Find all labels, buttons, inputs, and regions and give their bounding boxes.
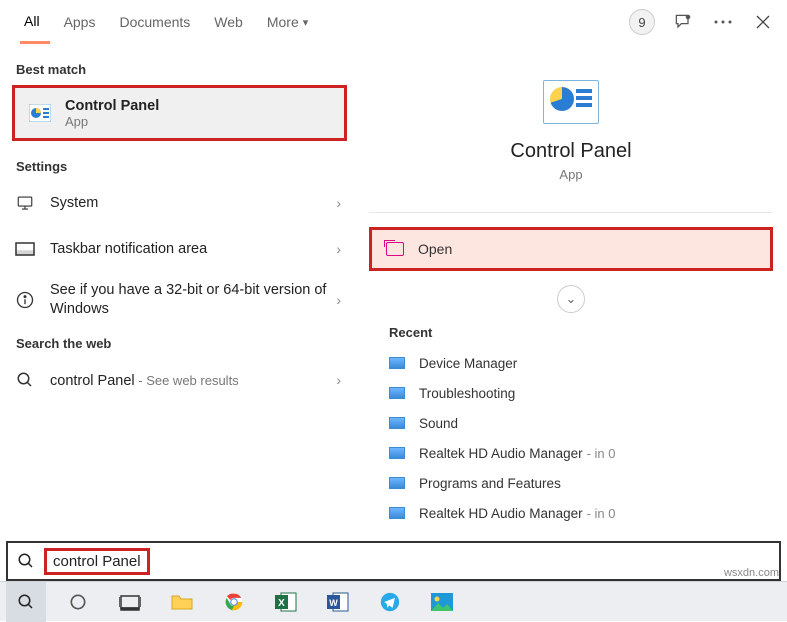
best-match-title: Control Panel bbox=[65, 98, 330, 114]
settings-bits-label: See if you have a 32-bit or 64-bit versi… bbox=[50, 281, 336, 319]
chevron-right-icon: › bbox=[336, 372, 341, 388]
settings-mini-icon bbox=[389, 357, 405, 369]
more-options-icon[interactable] bbox=[711, 10, 735, 34]
search-icon bbox=[14, 552, 38, 570]
tab-more[interactable]: More ▾ bbox=[255, 0, 320, 44]
recent-item[interactable]: Troubleshooting bbox=[389, 378, 753, 408]
action-open[interactable]: Open bbox=[369, 227, 773, 271]
info-icon bbox=[14, 289, 36, 311]
recent-item-label: Sound bbox=[419, 416, 458, 431]
chevron-right-icon: › bbox=[336, 292, 341, 308]
tab-apps[interactable]: Apps bbox=[52, 0, 108, 44]
tab-all[interactable]: All bbox=[12, 0, 52, 44]
expand-actions-button[interactable]: ⌄ bbox=[557, 285, 585, 313]
results-panel: Best match Control Panel App Settings Sy… bbox=[0, 44, 355, 537]
recent-item[interactable]: Realtek HD Audio Manager - in 0 bbox=[389, 498, 753, 528]
open-icon bbox=[386, 242, 404, 256]
web-result-suffix: - See web results bbox=[135, 373, 239, 388]
tab-more-label: More bbox=[267, 14, 299, 30]
taskbar: X W bbox=[0, 581, 787, 621]
settings-item-bits[interactable]: See if you have a 32-bit or 64-bit versi… bbox=[0, 272, 355, 328]
chevron-down-icon: ▾ bbox=[303, 16, 309, 29]
search-icon bbox=[14, 369, 36, 391]
section-settings: Settings bbox=[0, 151, 355, 180]
taskbar-excel-icon[interactable]: X bbox=[266, 582, 306, 622]
taskbar-word-icon[interactable]: W bbox=[318, 582, 358, 622]
recent-item[interactable]: Realtek HD Audio Manager - in 0 bbox=[389, 438, 753, 468]
settings-item-system[interactable]: System › bbox=[0, 180, 355, 226]
section-search-web: Search the web bbox=[0, 328, 355, 357]
recent-list: Device Manager Troubleshooting Sound Realte… bbox=[369, 348, 773, 528]
taskbar-chrome-icon[interactable] bbox=[214, 582, 254, 622]
settings-mini-icon bbox=[389, 387, 405, 399]
settings-taskbar-label: Taskbar notification area bbox=[50, 241, 336, 257]
tab-web[interactable]: Web bbox=[202, 0, 255, 44]
recent-item[interactable]: Programs and Features bbox=[389, 468, 753, 498]
search-query-text[interactable]: control Panel bbox=[44, 548, 150, 575]
settings-system-label: System bbox=[50, 195, 336, 211]
search-tabs: All Apps Documents Web More ▾ 9 bbox=[0, 0, 787, 44]
recent-item[interactable]: Device Manager bbox=[389, 348, 753, 378]
recent-item-label: Realtek HD Audio Manager bbox=[419, 506, 583, 521]
section-recent: Recent bbox=[369, 321, 773, 348]
action-open-label: Open bbox=[418, 241, 452, 257]
taskbar-search-button[interactable] bbox=[6, 582, 46, 622]
settings-mini-icon bbox=[389, 477, 405, 489]
taskbar-cortana-icon[interactable] bbox=[58, 582, 98, 622]
feedback-icon[interactable] bbox=[671, 10, 695, 34]
settings-mini-icon bbox=[389, 417, 405, 429]
preview-title: Control Panel bbox=[369, 140, 773, 163]
best-match-sub: App bbox=[65, 114, 330, 129]
recent-item-suffix: - in 0 bbox=[587, 506, 616, 521]
monitor-icon bbox=[14, 192, 36, 214]
chevron-down-icon: ⌄ bbox=[566, 291, 577, 307]
recent-item-label: Realtek HD Audio Manager bbox=[419, 446, 583, 461]
settings-item-taskbar[interactable]: Taskbar notification area › bbox=[0, 226, 355, 272]
tab-documents[interactable]: Documents bbox=[107, 0, 202, 44]
svg-text:X: X bbox=[278, 598, 285, 609]
rewards-badge[interactable]: 9 bbox=[629, 9, 655, 35]
close-icon[interactable] bbox=[751, 10, 775, 34]
recent-item-label: Programs and Features bbox=[419, 476, 561, 491]
preview-panel: Control Panel App Open ⌄ Recent Device M… bbox=[355, 44, 787, 537]
section-best-match: Best match bbox=[0, 54, 355, 83]
taskbar-icon bbox=[14, 238, 36, 260]
chevron-right-icon: › bbox=[336, 195, 341, 211]
recent-item[interactable]: Sound bbox=[389, 408, 753, 438]
taskbar-photos-icon[interactable] bbox=[422, 582, 462, 622]
taskbar-taskview-icon[interactable] bbox=[110, 582, 150, 622]
control-panel-icon bbox=[29, 102, 51, 124]
divider bbox=[369, 212, 773, 213]
preview-subtitle: App bbox=[369, 167, 773, 182]
web-result-title: control Panel bbox=[50, 373, 135, 389]
recent-item-label: Troubleshooting bbox=[419, 386, 515, 401]
chevron-right-icon: › bbox=[336, 241, 341, 257]
svg-text:W: W bbox=[329, 598, 338, 608]
best-match-control-panel[interactable]: Control Panel App bbox=[12, 85, 347, 141]
recent-item-label: Device Manager bbox=[419, 356, 517, 371]
watermark: wsxdn.com bbox=[724, 567, 779, 579]
taskbar-file-explorer-icon[interactable] bbox=[162, 582, 202, 622]
recent-item-suffix: - in 0 bbox=[587, 446, 616, 461]
settings-mini-icon bbox=[389, 507, 405, 519]
preview-app-icon bbox=[543, 80, 599, 124]
web-result-control-panel[interactable]: control Panel - See web results › bbox=[0, 357, 355, 403]
search-box[interactable]: control Panel bbox=[6, 541, 781, 581]
settings-mini-icon bbox=[389, 447, 405, 459]
taskbar-telegram-icon[interactable] bbox=[370, 582, 410, 622]
